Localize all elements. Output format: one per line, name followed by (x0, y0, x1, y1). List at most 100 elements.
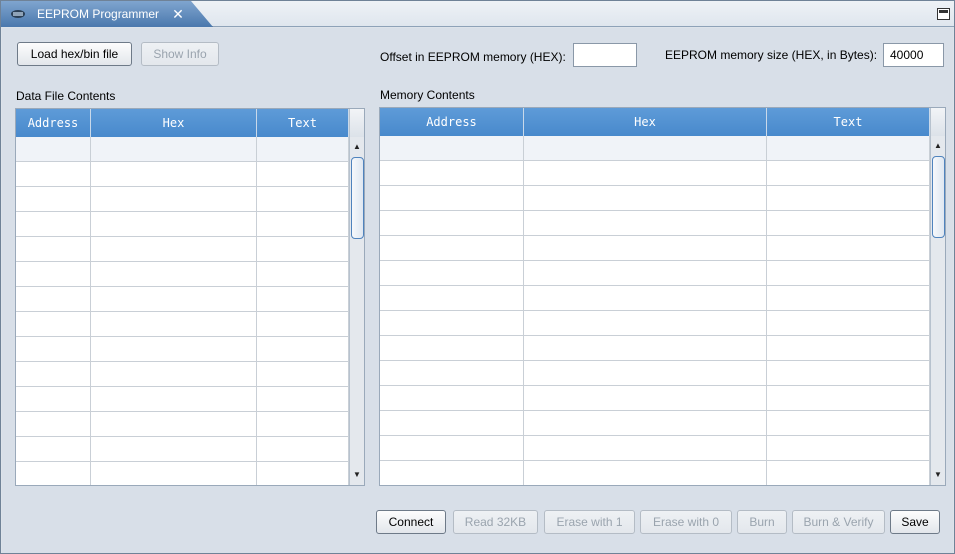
table-cell[interactable] (524, 411, 767, 435)
table-cell[interactable] (380, 261, 524, 285)
table-cell[interactable] (91, 362, 257, 386)
table-cell[interactable] (257, 137, 349, 161)
column-header-address[interactable]: Address (16, 109, 91, 137)
burn-verify-button[interactable]: Burn & Verify (792, 510, 885, 534)
table-cell[interactable] (16, 387, 91, 411)
table-cell[interactable] (91, 287, 257, 311)
table-row[interactable] (16, 412, 349, 437)
table-cell[interactable] (380, 461, 524, 485)
column-header-text[interactable]: Text (767, 108, 930, 136)
table-cell[interactable] (767, 261, 930, 285)
table-cell[interactable] (380, 436, 524, 460)
table-cell[interactable] (380, 236, 524, 260)
table-cell[interactable] (16, 237, 91, 261)
table-cell[interactable] (91, 437, 257, 461)
table-cell[interactable] (767, 436, 930, 460)
table-cell[interactable] (257, 187, 349, 211)
memory-table[interactable]: Address Hex Text ▲ ▼ (379, 107, 946, 486)
show-info-button[interactable]: Show Info (141, 42, 219, 66)
memory-scrollbar[interactable]: ▲ ▼ (930, 136, 945, 485)
table-row[interactable] (380, 286, 930, 311)
table-cell[interactable] (257, 412, 349, 436)
table-row[interactable] (380, 186, 930, 211)
table-row[interactable] (16, 462, 349, 485)
table-row[interactable] (16, 287, 349, 312)
scroll-up-arrow-icon[interactable]: ▲ (931, 138, 945, 154)
table-row[interactable] (380, 436, 930, 461)
data-file-table[interactable]: Address Hex Text ▲ ▼ (15, 108, 365, 486)
table-row[interactable] (380, 361, 930, 386)
load-file-button[interactable]: Load hex/bin file (17, 42, 132, 66)
table-cell[interactable] (16, 462, 91, 485)
table-row[interactable] (16, 312, 349, 337)
table-cell[interactable] (91, 337, 257, 361)
table-cell[interactable] (380, 211, 524, 235)
table-cell[interactable] (16, 337, 91, 361)
table-cell[interactable] (257, 262, 349, 286)
table-cell[interactable] (524, 261, 767, 285)
table-cell[interactable] (91, 462, 257, 485)
scroll-up-arrow-icon[interactable]: ▲ (350, 139, 364, 155)
table-cell[interactable] (524, 186, 767, 210)
table-cell[interactable] (16, 312, 91, 336)
scroll-down-arrow-icon[interactable]: ▼ (350, 467, 364, 483)
table-cell[interactable] (767, 161, 930, 185)
table-cell[interactable] (524, 211, 767, 235)
table-cell[interactable] (257, 337, 349, 361)
table-cell[interactable] (380, 311, 524, 335)
table-row[interactable] (380, 211, 930, 236)
table-cell[interactable] (91, 212, 257, 236)
memory-size-input[interactable]: 40000 (883, 43, 944, 67)
table-cell[interactable] (16, 137, 91, 161)
table-cell[interactable] (524, 436, 767, 460)
table-cell[interactable] (91, 237, 257, 261)
erase-with-0-button[interactable]: Erase with 0 (640, 510, 732, 534)
table-row[interactable] (380, 386, 930, 411)
table-cell[interactable] (257, 212, 349, 236)
table-row[interactable] (380, 161, 930, 186)
table-row[interactable] (380, 336, 930, 361)
table-cell[interactable] (91, 412, 257, 436)
table-row[interactable] (16, 237, 349, 262)
table-cell[interactable] (91, 162, 257, 186)
column-header-text[interactable]: Text (257, 109, 349, 137)
table-cell[interactable] (767, 211, 930, 235)
table-cell[interactable] (257, 312, 349, 336)
table-cell[interactable] (257, 362, 349, 386)
table-cell[interactable] (767, 236, 930, 260)
table-cell[interactable] (524, 236, 767, 260)
table-cell[interactable] (767, 311, 930, 335)
table-cell[interactable] (257, 437, 349, 461)
tab-eeprom-programmer[interactable]: EEPROM Programmer ✕ (1, 1, 213, 27)
table-row[interactable] (16, 212, 349, 237)
connect-button[interactable]: Connect (376, 510, 446, 534)
table-row[interactable] (380, 411, 930, 436)
table-cell[interactable] (767, 336, 930, 360)
table-cell[interactable] (91, 312, 257, 336)
table-cell[interactable] (16, 187, 91, 211)
table-row[interactable] (16, 337, 349, 362)
scroll-thumb[interactable] (932, 156, 945, 238)
table-row[interactable] (380, 311, 930, 336)
table-cell[interactable] (380, 136, 524, 160)
table-cell[interactable] (257, 237, 349, 261)
table-cell[interactable] (16, 287, 91, 311)
table-row[interactable] (16, 137, 349, 162)
table-cell[interactable] (524, 461, 767, 485)
table-cell[interactable] (91, 187, 257, 211)
table-cell[interactable] (767, 286, 930, 310)
table-cell[interactable] (380, 186, 524, 210)
erase-with-1-button[interactable]: Erase with 1 (544, 510, 635, 534)
offset-input[interactable] (573, 43, 637, 67)
table-cell[interactable] (380, 361, 524, 385)
column-header-hex[interactable]: Hex (91, 109, 257, 137)
table-cell[interactable] (16, 162, 91, 186)
table-cell[interactable] (767, 136, 930, 160)
table-cell[interactable] (16, 362, 91, 386)
table-cell[interactable] (16, 262, 91, 286)
table-row[interactable] (16, 162, 349, 187)
table-cell[interactable] (767, 361, 930, 385)
table-cell[interactable] (91, 387, 257, 411)
table-cell[interactable] (91, 262, 257, 286)
table-cell[interactable] (524, 136, 767, 160)
